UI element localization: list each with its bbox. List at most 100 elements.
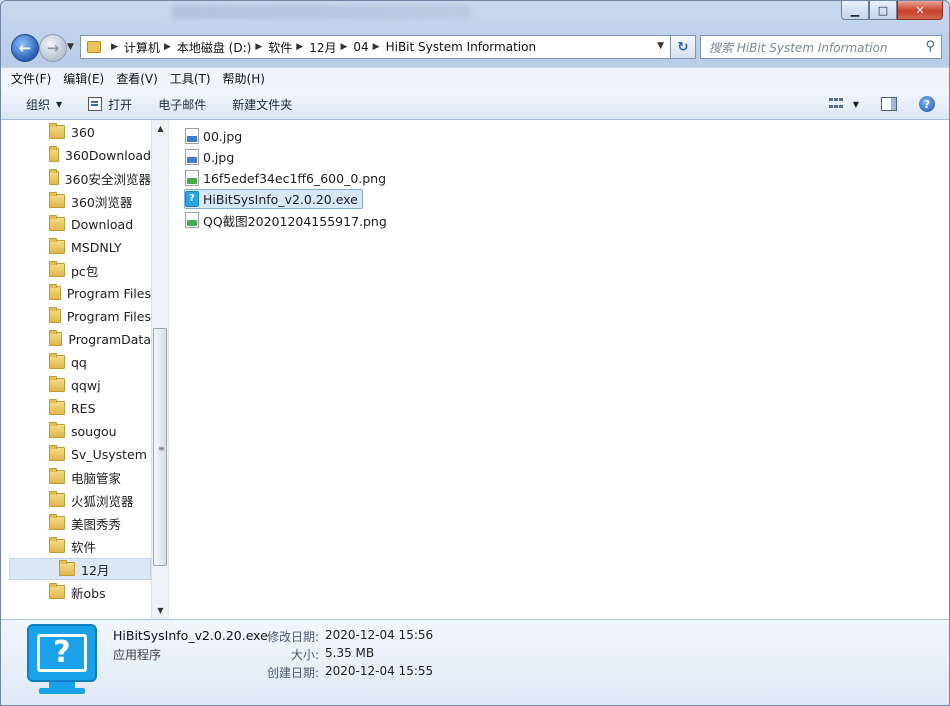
forward-button[interactable]: → (39, 34, 67, 62)
recent-pages-dropdown[interactable]: ▼ (67, 42, 74, 52)
breadcrumb-drive-d[interactable]: 本地磁盘 (D:) (177, 39, 251, 56)
tree-item-label: ProgramData (68, 331, 151, 347)
new-folder-button[interactable]: 新建文件夹 (232, 96, 292, 113)
tree-item-label: pc包 (71, 263, 99, 279)
breadcrumb-04[interactable]: 04 (353, 40, 368, 54)
folder-icon (49, 146, 59, 162)
scroll-down-icon[interactable]: ▼ (152, 602, 169, 619)
menu-view[interactable]: 查看(V) (116, 70, 158, 87)
organize-button[interactable]: 组织 ▼ (26, 96, 62, 113)
breadcrumb-separator-icon[interactable]: ▶ (164, 42, 171, 52)
tree-item[interactable]: Sv_Usystem (1, 443, 151, 465)
forward-arrow-icon: → (46, 39, 60, 57)
png-file-icon (185, 212, 199, 228)
view-options-icon[interactable] (828, 98, 843, 110)
folder-icon (49, 307, 61, 323)
minimize-button[interactable]: ▁ (841, 1, 869, 20)
tree-item-label: 360浏览器 (71, 194, 133, 210)
breadcrumb-december[interactable]: 12月 (309, 39, 336, 56)
tree-item[interactable]: qq (1, 351, 151, 373)
close-button[interactable]: ✕ (897, 1, 943, 20)
back-button[interactable]: ← (11, 34, 39, 62)
menu-help[interactable]: 帮助(H) (223, 70, 265, 87)
tree-item[interactable]: sougou (1, 420, 151, 442)
breadcrumb-separator-icon[interactable]: ▶ (111, 42, 118, 52)
tree-item[interactable]: 电脑管家 (1, 466, 151, 488)
file-item[interactable]: 00.jpg (185, 126, 246, 146)
tree-item[interactable]: 软件 (1, 535, 151, 557)
file-name: HiBitSysInfo_v2.0.20.exe (203, 191, 358, 207)
tree-item[interactable]: 12月 (9, 558, 151, 580)
folder-icon (49, 376, 65, 392)
file-name: 16f5edef34ec1ff6_600_0.png (203, 170, 387, 186)
maximize-button[interactable]: □ (869, 1, 897, 20)
search-input[interactable]: 搜索 HiBit System Information ⚲ (700, 35, 942, 59)
folder-icon (49, 468, 65, 484)
tree-item-label: 美图秀秀 (71, 516, 122, 532)
tree-item[interactable]: MSDNLY (1, 236, 151, 258)
tree-item[interactable]: Program Files (1, 305, 151, 327)
file-item[interactable]: HiBitSysInfo_v2.0.20.exe (184, 189, 363, 209)
tree-item-label: 火狐浏览器 (71, 493, 134, 509)
breadcrumb-separator-icon[interactable]: ▶ (296, 42, 303, 52)
breadcrumb-software[interactable]: 软件 (268, 39, 292, 56)
open-button[interactable]: 打开 (88, 96, 132, 113)
view-dropdown-icon[interactable]: ▼ (853, 100, 859, 109)
menu-tools[interactable]: 工具(T) (170, 70, 211, 87)
tree-item-label: 360Download (65, 147, 151, 163)
back-arrow-icon: ← (18, 39, 32, 57)
folder-icon (49, 399, 65, 415)
folder-icon (87, 41, 101, 53)
scroll-up-icon[interactable]: ▲ (152, 120, 169, 137)
navigation-pane-scrollbar[interactable]: ▲ ≡ ▼ (151, 120, 169, 619)
tree-item[interactable]: Download (1, 213, 151, 235)
tree-item-label: sougou (71, 423, 117, 439)
breadcrumb-separator-icon[interactable]: ▶ (373, 42, 380, 52)
tree-item[interactable]: 新obs (1, 581, 151, 603)
file-list: 00.jpg 0.jpg 16f5edef34ec1ff6_600_0.png HiB… (169, 120, 949, 619)
help-icon[interactable]: ? (919, 96, 935, 112)
file-item[interactable]: 16f5edef34ec1ff6_600_0.png (185, 168, 390, 188)
preview-pane-icon[interactable] (881, 97, 897, 111)
details-modified-value: 2020-12-04 15:56 (325, 628, 434, 642)
tree-item-label: MSDNLY (71, 239, 122, 255)
file-item[interactable]: 0.jpg (185, 147, 238, 167)
tree-item[interactable]: 360安全浏览器 (1, 167, 151, 189)
breadcrumb-computer[interactable]: 计算机 (124, 39, 160, 56)
scrollbar-thumb[interactable]: ≡ (153, 328, 167, 566)
tree-item[interactable]: Program Files (1, 282, 151, 304)
address-dropdown-icon[interactable]: ▼ (657, 41, 664, 51)
png-file-icon (185, 170, 199, 186)
details-created-value: 2020-12-04 15:55 (325, 664, 434, 678)
breadcrumb-separator-icon[interactable]: ▶ (340, 42, 347, 52)
menu-file[interactable]: 文件(F) (11, 70, 51, 87)
jpg-file-icon (185, 128, 199, 144)
address-bar[interactable]: ▶ 计算机 ▶ 本地磁盘 (D:) ▶ 软件 ▶ 12月 ▶ 04 ▶ HiBi… (80, 35, 671, 59)
tree-item-label: 软件 (71, 539, 97, 555)
tree-item[interactable]: ProgramData (1, 328, 151, 350)
menu-edit[interactable]: 编辑(E) (63, 70, 104, 87)
exe-file-icon (185, 191, 199, 207)
command-bar-right: ▼ ? (828, 89, 949, 119)
details-created-label: 创建日期: (266, 666, 319, 680)
tree-item[interactable]: 360 (1, 121, 151, 143)
tree-item[interactable]: 360Download (1, 144, 151, 166)
tree-item[interactable]: pc包 (1, 259, 151, 281)
file-item[interactable]: QQ截图20201204155917.png (185, 210, 391, 230)
tree-item-label: qqwj (71, 377, 101, 393)
tree-item[interactable]: 360浏览器 (1, 190, 151, 212)
file-name: QQ截图20201204155917.png (203, 213, 387, 229)
breadcrumb-separator-icon[interactable]: ▶ (255, 42, 262, 52)
tree-item[interactable]: qqwj (1, 374, 151, 396)
refresh-button[interactable]: ↻ (670, 35, 696, 59)
search-icon[interactable]: ⚲ (925, 39, 935, 54)
tree-item[interactable]: 火狐浏览器 (1, 489, 151, 511)
tree-item-label: qq (71, 354, 87, 370)
email-label: 电子邮件 (158, 97, 207, 112)
breadcrumb-current-folder[interactable]: HiBit System Information (386, 40, 536, 54)
tree-item[interactable]: 美图秀秀 (1, 512, 151, 534)
menu-bar: 文件(F) 编辑(E) 查看(V) 工具(T) 帮助(H) (1, 67, 949, 89)
folder-icon (49, 261, 65, 277)
tree-item[interactable]: RES (1, 397, 151, 419)
email-button[interactable]: 电子邮件 (158, 96, 206, 113)
